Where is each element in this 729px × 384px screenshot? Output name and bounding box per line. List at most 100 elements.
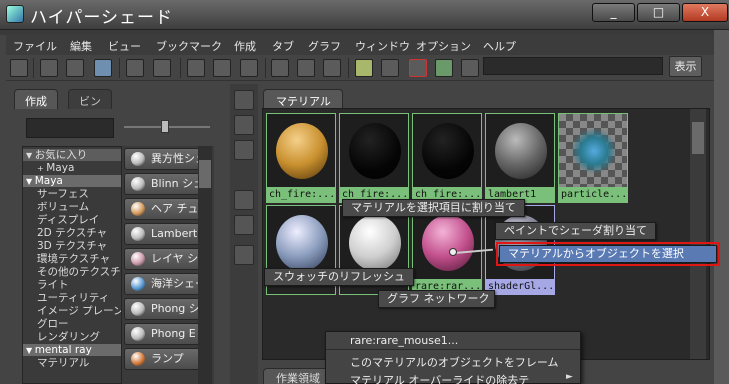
menu-help[interactable]: ヘルプ: [483, 38, 516, 54]
tree-item[interactable]: ▼ お気に入り: [23, 149, 121, 161]
layout-top-icon[interactable]: [40, 59, 58, 77]
material-swatch[interactable]: ch_fire:...: [266, 113, 336, 203]
rearrange-graph-icon[interactable]: [240, 59, 258, 77]
tree-item[interactable]: 3D テクスチャ: [23, 240, 121, 252]
tree-item[interactable]: ▼ mental ray: [23, 344, 121, 356]
create-node-button[interactable]: 海洋シェーダ: [124, 273, 200, 295]
tree-item[interactable]: 2D テクスチャ: [23, 227, 121, 239]
menu-view[interactable]: ビュー: [108, 38, 141, 54]
collapse-icon[interactable]: ▼: [26, 151, 35, 160]
create-node-button[interactable]: ヘア チューブ: [124, 198, 200, 220]
tree-item[interactable]: ボリューム: [23, 201, 121, 213]
create-node-button[interactable]: Lambert: [124, 223, 200, 245]
material-sphere-icon: [276, 123, 328, 179]
select-objects-with-material-item[interactable]: マテリアルからオブジェクトを選択: [496, 242, 720, 266]
input-connections-icon[interactable]: [126, 59, 144, 77]
remove-material-override-item[interactable]: マテリアル オーバーライドの除去テ: [350, 372, 529, 384]
create-node-button[interactable]: Blinn シェーダ: [124, 173, 200, 195]
menu-tabs[interactable]: タブ: [272, 38, 294, 54]
menu-options[interactable]: オプション: [416, 38, 471, 54]
layout-split-icon[interactable]: [94, 59, 112, 77]
output-connections-icon[interactable]: [153, 59, 171, 77]
tree-item[interactable]: ▼ Maya: [23, 175, 121, 187]
collapse-icon[interactable]: ▼: [26, 177, 35, 186]
create-node-button[interactable]: Phong シェーダ: [124, 298, 200, 320]
graph-selected-icon[interactable]: [213, 59, 231, 77]
scrollbar-thumb[interactable]: [692, 122, 704, 154]
toggle-panel-icon[interactable]: [10, 59, 28, 77]
material-sphere-icon: [276, 215, 328, 271]
frame-objects-with-material-item[interactable]: このマテリアルのオブジェクトをフレーム: [350, 354, 559, 370]
create-node-button[interactable]: ランプ: [124, 348, 200, 370]
menu-bookmarks[interactable]: ブックマーク: [156, 38, 222, 54]
tab-tool-button[interactable]: [234, 215, 254, 235]
paint-assign-shader-item[interactable]: ペイントでシェーダ割り当て: [495, 222, 656, 240]
tree-item[interactable]: ユーティリティ: [23, 292, 121, 304]
create-node-button[interactable]: Phong E: [124, 323, 200, 345]
create-node-button[interactable]: 異方性シェーダ: [124, 148, 200, 170]
tab-tool-button[interactable]: [234, 140, 254, 160]
material-swatch[interactable]: lambert1: [485, 113, 555, 203]
tree-item[interactable]: レンダリング: [23, 331, 121, 343]
tree-item[interactable]: イメージ プレーン: [23, 305, 121, 317]
menu-window[interactable]: ウィンドウ: [355, 38, 410, 54]
material-swatch[interactable]: particle...: [558, 113, 628, 203]
tree-item[interactable]: 環境テクスチャ: [23, 253, 121, 265]
node-button-label: 海洋シェーダ: [151, 277, 199, 290]
refresh-swatches-item[interactable]: スウォッチのリフレッシュ: [264, 268, 414, 286]
minimize-button[interactable]: _: [592, 3, 635, 22]
material-swatch[interactable]: ch_fire:...: [339, 113, 409, 203]
slider-thumb[interactable]: [161, 120, 169, 133]
tab-create[interactable]: 作成: [14, 89, 58, 109]
graph-network-item[interactable]: グラフ ネットワーク: [378, 290, 495, 308]
menu-file[interactable]: ファイル: [13, 38, 57, 54]
toolbar-separator: [119, 58, 120, 78]
window-title: ハイパーシェード: [30, 8, 173, 28]
node-button-label: レイヤ シェーダ: [151, 252, 199, 265]
ipr-icon[interactable]: [435, 59, 453, 77]
tree-item[interactable]: + Maya: [23, 162, 121, 174]
material-swatch[interactable]: ch_fire:...: [412, 113, 482, 203]
expand-icon[interactable]: +: [37, 164, 46, 173]
tree-item-label: グロー: [37, 318, 69, 330]
menu-create[interactable]: 作成: [234, 38, 256, 54]
tab-materials[interactable]: マテリアル: [263, 89, 343, 109]
snapshot-icon[interactable]: [461, 59, 479, 77]
clear-graph-icon[interactable]: [187, 59, 205, 77]
tree-item[interactable]: ディスプレイ: [23, 214, 121, 226]
menu-graph[interactable]: グラフ: [308, 38, 341, 54]
tab-tool-button[interactable]: [234, 115, 254, 135]
select-icon[interactable]: [381, 59, 399, 77]
tree-item[interactable]: その他のテクスチャ: [23, 266, 121, 278]
node-filter-input[interactable]: [26, 118, 114, 138]
tree-item-label: mental ray: [34, 344, 92, 356]
create-node-button[interactable]: レイヤ シェーダ: [124, 248, 200, 270]
toolbar-search-input[interactable]: [483, 57, 663, 75]
graph-up-icon[interactable]: [323, 59, 341, 77]
tree-item-label: 3D テクスチャ: [37, 240, 108, 252]
tree-item[interactable]: マテリアル: [23, 357, 121, 369]
maximize-button[interactable]: □: [637, 3, 680, 22]
scrollbar-thumb[interactable]: [199, 160, 211, 188]
tab-bin[interactable]: ビン: [68, 89, 112, 109]
tab-tool-button[interactable]: [234, 90, 254, 110]
tree-item-label: Maya: [46, 162, 75, 174]
layout-bottom-icon[interactable]: [66, 59, 84, 77]
tree-item[interactable]: ライト: [23, 279, 121, 291]
menu-edit[interactable]: 編集: [70, 38, 92, 54]
tab-tool-button[interactable]: [234, 245, 254, 265]
next-graph-icon[interactable]: [297, 59, 315, 77]
shader-sphere-icon: [131, 202, 145, 216]
tree-item[interactable]: サーフェス: [23, 188, 121, 200]
swatch-label: shaderGl...: [486, 279, 554, 294]
tree-item[interactable]: グロー: [23, 318, 121, 330]
swatch-display-icon[interactable]: [355, 59, 373, 77]
render-icon[interactable]: [409, 59, 427, 77]
assign-material-to-selection-item[interactable]: マテリアルを選択項目に割り当て: [342, 199, 525, 217]
tab-tool-button[interactable]: [234, 190, 254, 210]
close-button[interactable]: X: [682, 3, 728, 22]
tree-item-label: 2D テクスチャ: [37, 227, 108, 239]
show-button[interactable]: 表示: [669, 56, 702, 77]
previous-graph-icon[interactable]: [271, 59, 289, 77]
collapse-icon[interactable]: ▼: [26, 346, 35, 355]
